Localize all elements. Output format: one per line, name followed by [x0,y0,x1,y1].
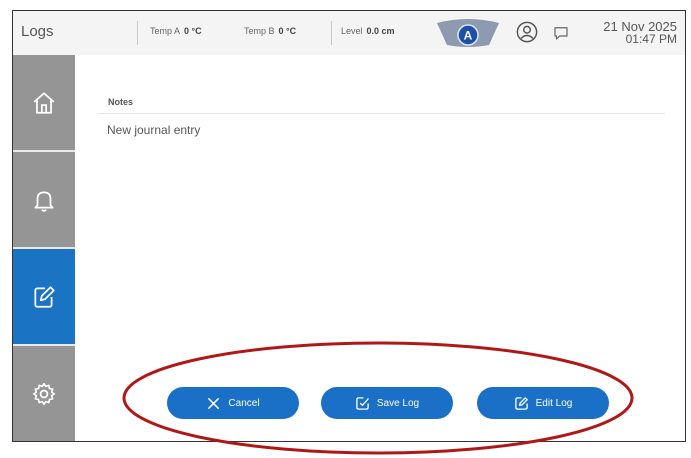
temp-b-readout: Temp B0 °C [244,26,296,36]
sidebar-item-logs[interactable] [13,249,75,346]
level-value: 0.0 cm [366,26,395,36]
log-editor: Notes New journal entry Cancel Save Log … [75,55,685,441]
cancel-button[interactable]: Cancel [167,387,299,419]
close-icon [208,397,220,409]
sidebar-item-alarms[interactable] [13,152,75,249]
edit-icon [34,285,55,308]
save-log-label: Save Log [376,397,420,409]
level-label: Level [341,26,363,36]
notes-entry-field[interactable]: New journal entry [107,123,200,137]
temp-b-value: 0 °C [278,26,297,36]
temp-a-label: Temp A [150,26,181,36]
mode-badge[interactable]: A [437,19,499,49]
edit-log-label: Edit Log [535,397,573,409]
notes-divider [98,113,665,114]
header-divider [331,21,332,45]
current-time: 01:47 PM [625,32,677,46]
temp-a-readout: Temp A0 °C [150,26,202,36]
header-divider [137,21,138,45]
bell-icon [34,191,54,212]
temp-b-label: Temp B [244,26,275,36]
edit-log-button[interactable]: Edit Log [477,387,609,419]
save-log-icon [356,396,369,410]
save-log-button[interactable]: Save Log [321,387,453,419]
app-window: Logs Temp A0 °C Temp B0 °C Level 0.0 cm A… [12,10,686,442]
temp-a-value: 0 °C [184,26,202,36]
user-icon[interactable] [516,21,538,43]
date-time: 21 Nov 2025 01:47 PM [603,20,677,46]
level-readout: Level 0.0 cm [341,26,395,36]
sidebar-item-settings[interactable] [13,346,75,441]
edit-icon [514,396,528,410]
cancel-label: Cancel [228,397,260,409]
sidebar [13,55,75,441]
home-icon [33,91,55,114]
top-bar: Logs Temp A0 °C Temp B0 °C Level 0.0 cm A… [13,11,685,56]
sidebar-item-home[interactable] [13,55,75,152]
mode-letter: A [464,29,473,43]
message-icon[interactable] [552,24,570,42]
gear-icon [32,382,56,405]
page-title: Logs [21,23,54,40]
notes-label: Notes [108,97,134,107]
